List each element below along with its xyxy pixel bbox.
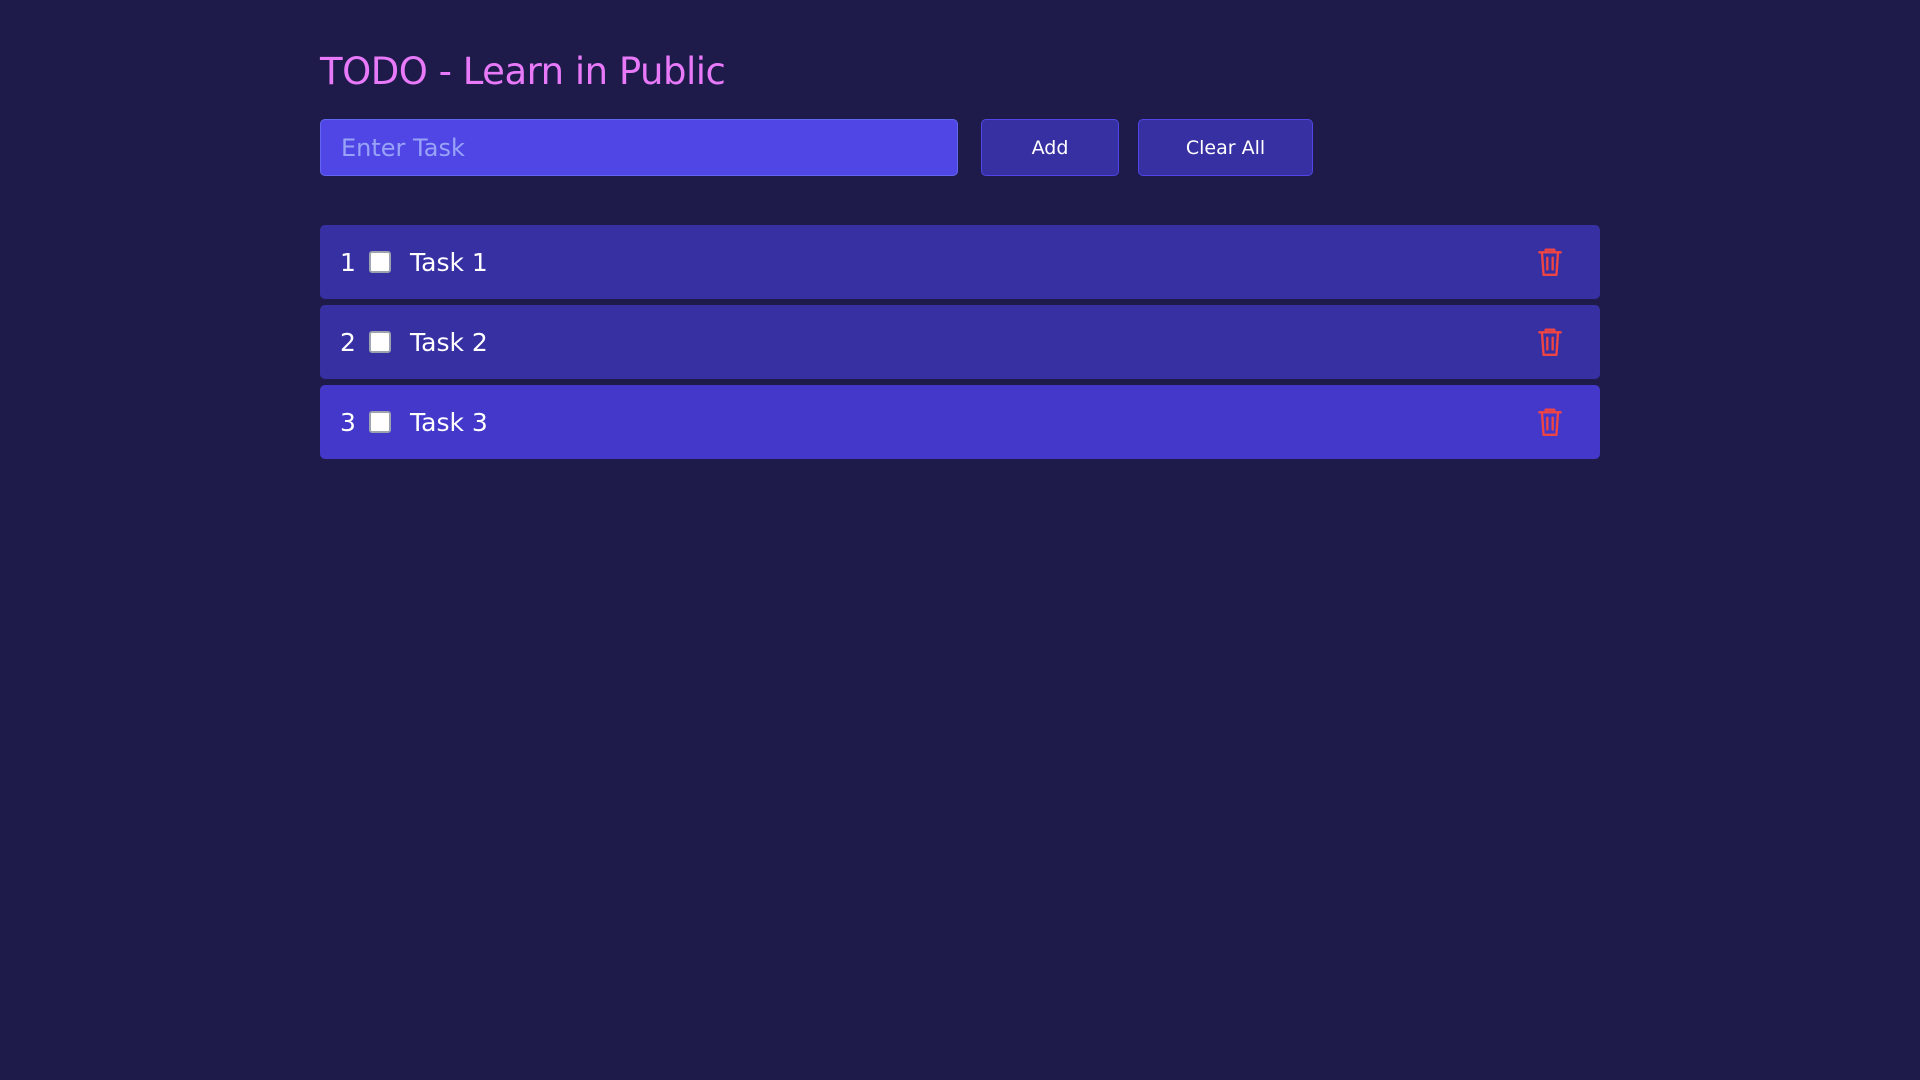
task-text: Task 1 (410, 247, 488, 277)
task-item: 3 Task 3 (320, 385, 1600, 459)
task-list: 1 Task 1 2 Task 2 3 Task 3 (320, 225, 1600, 465)
task-checkbox[interactable] (369, 251, 391, 273)
add-button[interactable]: Add (981, 119, 1119, 176)
page-title: TODO - Learn in Public (320, 50, 726, 93)
task-number: 2 (340, 327, 356, 357)
trash-icon[interactable] (1536, 247, 1564, 277)
task-item: 2 Task 2 (320, 305, 1600, 379)
task-checkbox[interactable] (369, 331, 391, 353)
task-text: Task 3 (410, 407, 488, 437)
task-input[interactable] (320, 119, 958, 176)
task-number: 1 (340, 247, 356, 277)
task-checkbox[interactable] (369, 411, 391, 433)
task-text: Task 2 (410, 327, 488, 357)
task-item: 1 Task 1 (320, 225, 1600, 299)
trash-icon[interactable] (1536, 327, 1564, 357)
task-form: Add Clear All (320, 119, 1600, 176)
trash-icon[interactable] (1536, 407, 1564, 437)
clear-all-button[interactable]: Clear All (1138, 119, 1313, 176)
task-number: 3 (340, 407, 356, 437)
